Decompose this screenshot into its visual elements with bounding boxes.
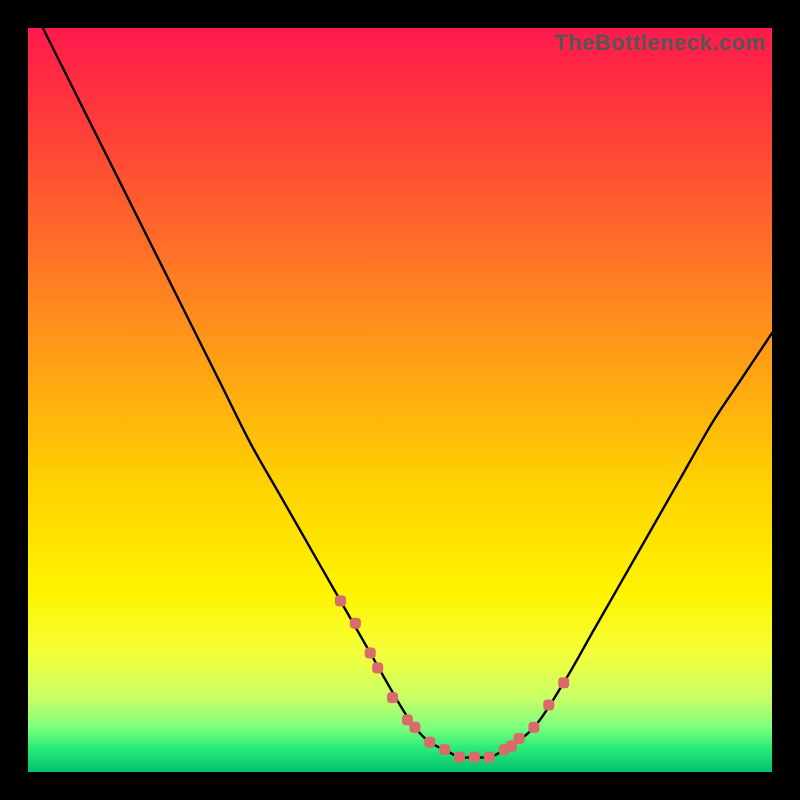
- sample-dot: [484, 752, 494, 762]
- chart-frame: TheBottleneck.com: [18, 18, 782, 782]
- sample-dot: [559, 678, 569, 688]
- sample-dot: [335, 596, 345, 606]
- sample-dot: [455, 752, 465, 762]
- chart-svg: [28, 28, 772, 772]
- sample-dot: [388, 693, 398, 703]
- sample-dots-group: [335, 596, 568, 762]
- sample-dot: [440, 745, 450, 755]
- sample-dot: [469, 752, 479, 762]
- chart-plot-area: TheBottleneck.com: [28, 28, 772, 772]
- bottleneck-curve: [43, 28, 772, 758]
- sample-dot: [425, 737, 435, 747]
- sample-dot: [410, 722, 420, 732]
- sample-dot: [365, 648, 375, 658]
- sample-dot: [350, 618, 360, 628]
- sample-dot: [544, 700, 554, 710]
- sample-dot: [514, 734, 524, 744]
- sample-dot: [529, 722, 539, 732]
- sample-dot: [373, 663, 383, 673]
